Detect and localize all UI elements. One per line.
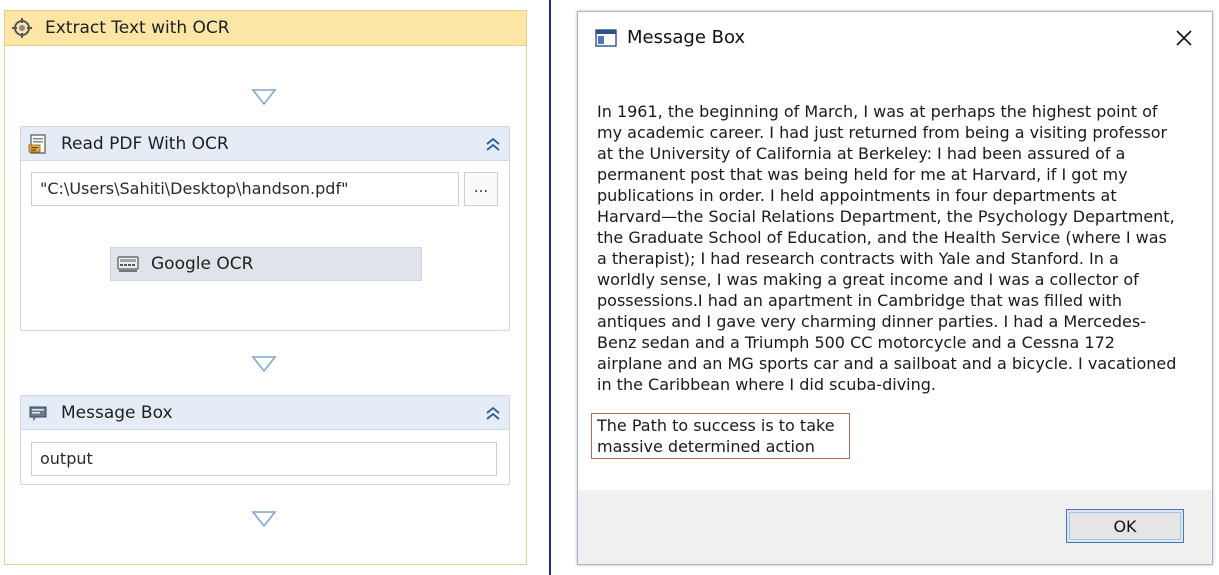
- pdf-ocr-icon: [27, 133, 49, 155]
- double-chevron-up-icon[interactable]: [483, 134, 503, 154]
- message-text-input[interactable]: output: [31, 442, 497, 476]
- read-pdf-title: Read PDF With OCR: [61, 133, 229, 154]
- sequence-icon: [11, 17, 33, 39]
- sequence-title: Extract Text with OCR: [45, 18, 230, 38]
- window-icon: [595, 29, 617, 47]
- read-pdf-header[interactable]: Read PDF With OCR: [21, 127, 509, 161]
- browse-button[interactable]: ...: [464, 172, 498, 206]
- dialog-titlebar[interactable]: Message Box: [578, 12, 1212, 64]
- ocr-scanner-icon: [116, 253, 140, 275]
- message-box-title: Message Box: [61, 402, 173, 423]
- read-pdf-activity[interactable]: Read PDF With OCR "C:\Users\Sahiti\Deskt…: [20, 126, 510, 331]
- double-chevron-up-icon[interactable]: [483, 403, 503, 423]
- ok-button[interactable]: OK: [1066, 509, 1184, 543]
- flow-arrow-icon[interactable]: [251, 355, 277, 373]
- sequence-header[interactable]: Extract Text with OCR: [5, 11, 526, 46]
- google-ocr-label: Google OCR: [151, 254, 254, 274]
- flow-arrow-icon[interactable]: [251, 510, 277, 528]
- sequence-container[interactable]: Extract Text with OCR Read PDF With OCR: [4, 10, 527, 565]
- dialog-message-text: In 1961, the beginning of March, I was a…: [597, 102, 1177, 394]
- google-ocr-activity[interactable]: Google OCR: [110, 247, 422, 281]
- highlighted-quote: The Path to success is to take massive d…: [597, 416, 835, 456]
- dialog-title: Message Box: [627, 27, 746, 48]
- message-box-header[interactable]: Message Box: [21, 396, 509, 430]
- close-icon[interactable]: [1172, 26, 1196, 50]
- message-box-icon: [27, 402, 49, 424]
- dialog-content-area: Message Box In 1961, the beginning of Ma…: [578, 12, 1212, 490]
- flow-arrow-icon[interactable]: [251, 88, 277, 106]
- message-box-activity[interactable]: Message Box output: [20, 395, 510, 485]
- panel-divider: [549, 0, 551, 575]
- message-box-dialog: Message Box In 1961, the beginning of Ma…: [577, 11, 1213, 565]
- file-path-input[interactable]: "C:\Users\Sahiti\Desktop\handson.pdf": [31, 172, 459, 206]
